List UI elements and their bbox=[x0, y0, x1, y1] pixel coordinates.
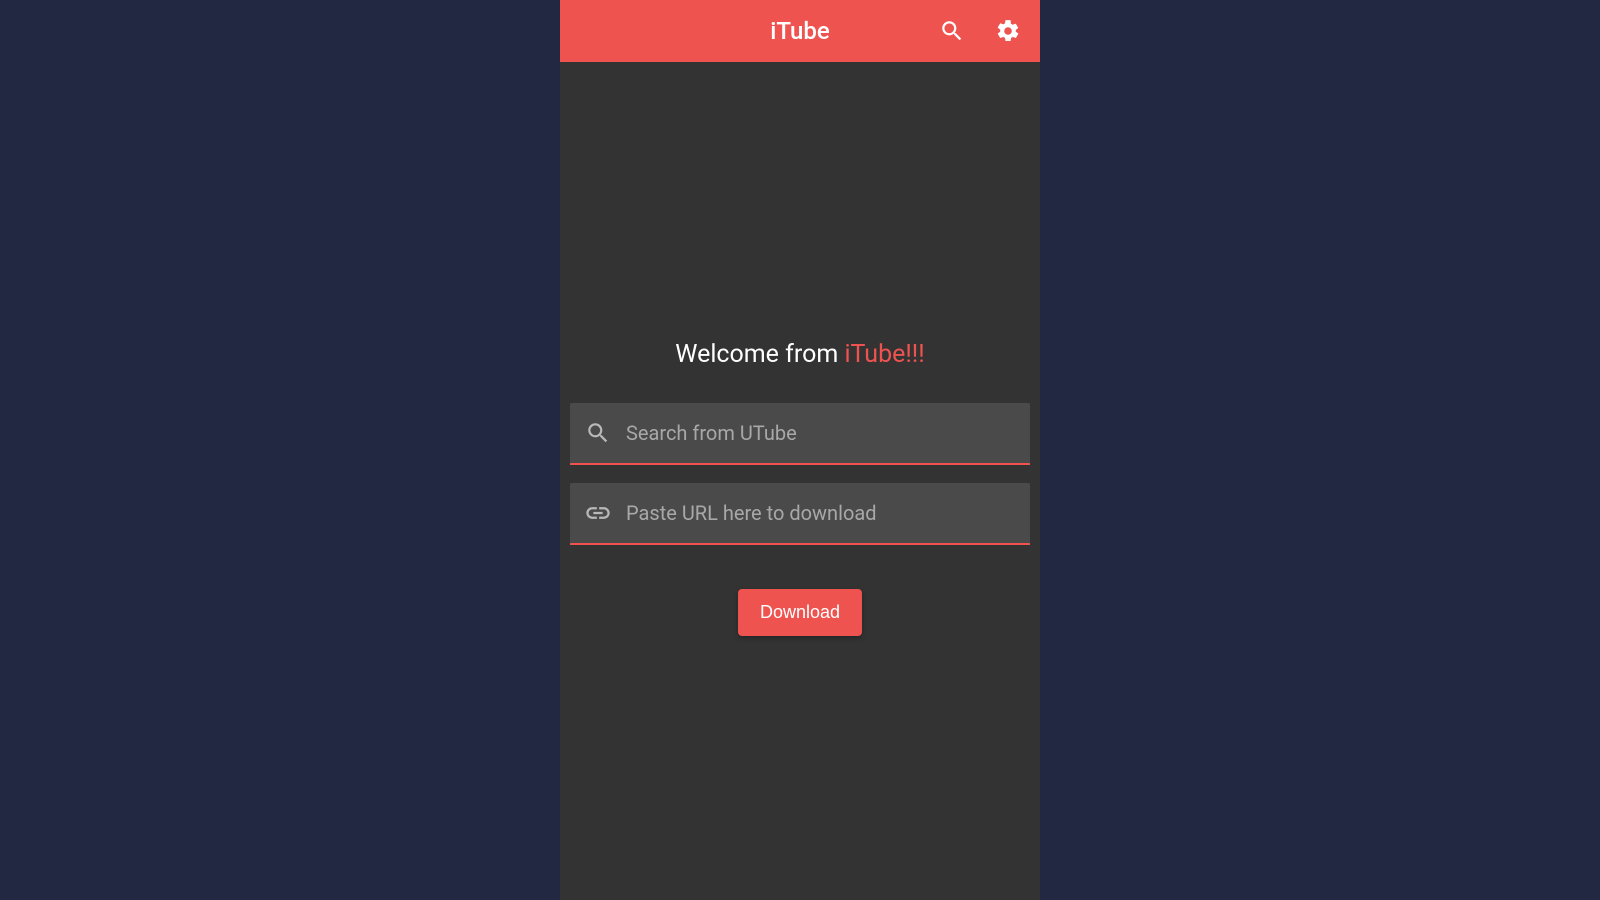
welcome-heading: Welcome from iTube!!! bbox=[570, 340, 1030, 369]
gear-icon[interactable] bbox=[994, 17, 1022, 45]
link-icon bbox=[584, 499, 612, 527]
search-icon bbox=[584, 419, 612, 447]
app-title: iTube bbox=[770, 17, 829, 45]
spacer bbox=[570, 62, 1030, 340]
url-field-row[interactable] bbox=[570, 483, 1030, 545]
main-content: Welcome from iTube!!! Download bbox=[560, 62, 1040, 900]
download-button[interactable]: Download bbox=[738, 589, 862, 636]
app-bar-actions bbox=[938, 17, 1022, 45]
search-icon[interactable] bbox=[938, 17, 966, 45]
url-input[interactable] bbox=[626, 501, 1016, 525]
app-window: iTube Welcome from iTube!!! bbox=[560, 0, 1040, 900]
welcome-prefix: Welcome from bbox=[675, 340, 844, 369]
app-bar: iTube bbox=[560, 0, 1040, 62]
search-field-row[interactable] bbox=[570, 403, 1030, 465]
search-input[interactable] bbox=[626, 421, 1016, 445]
welcome-accent: iTube!!! bbox=[844, 340, 924, 369]
